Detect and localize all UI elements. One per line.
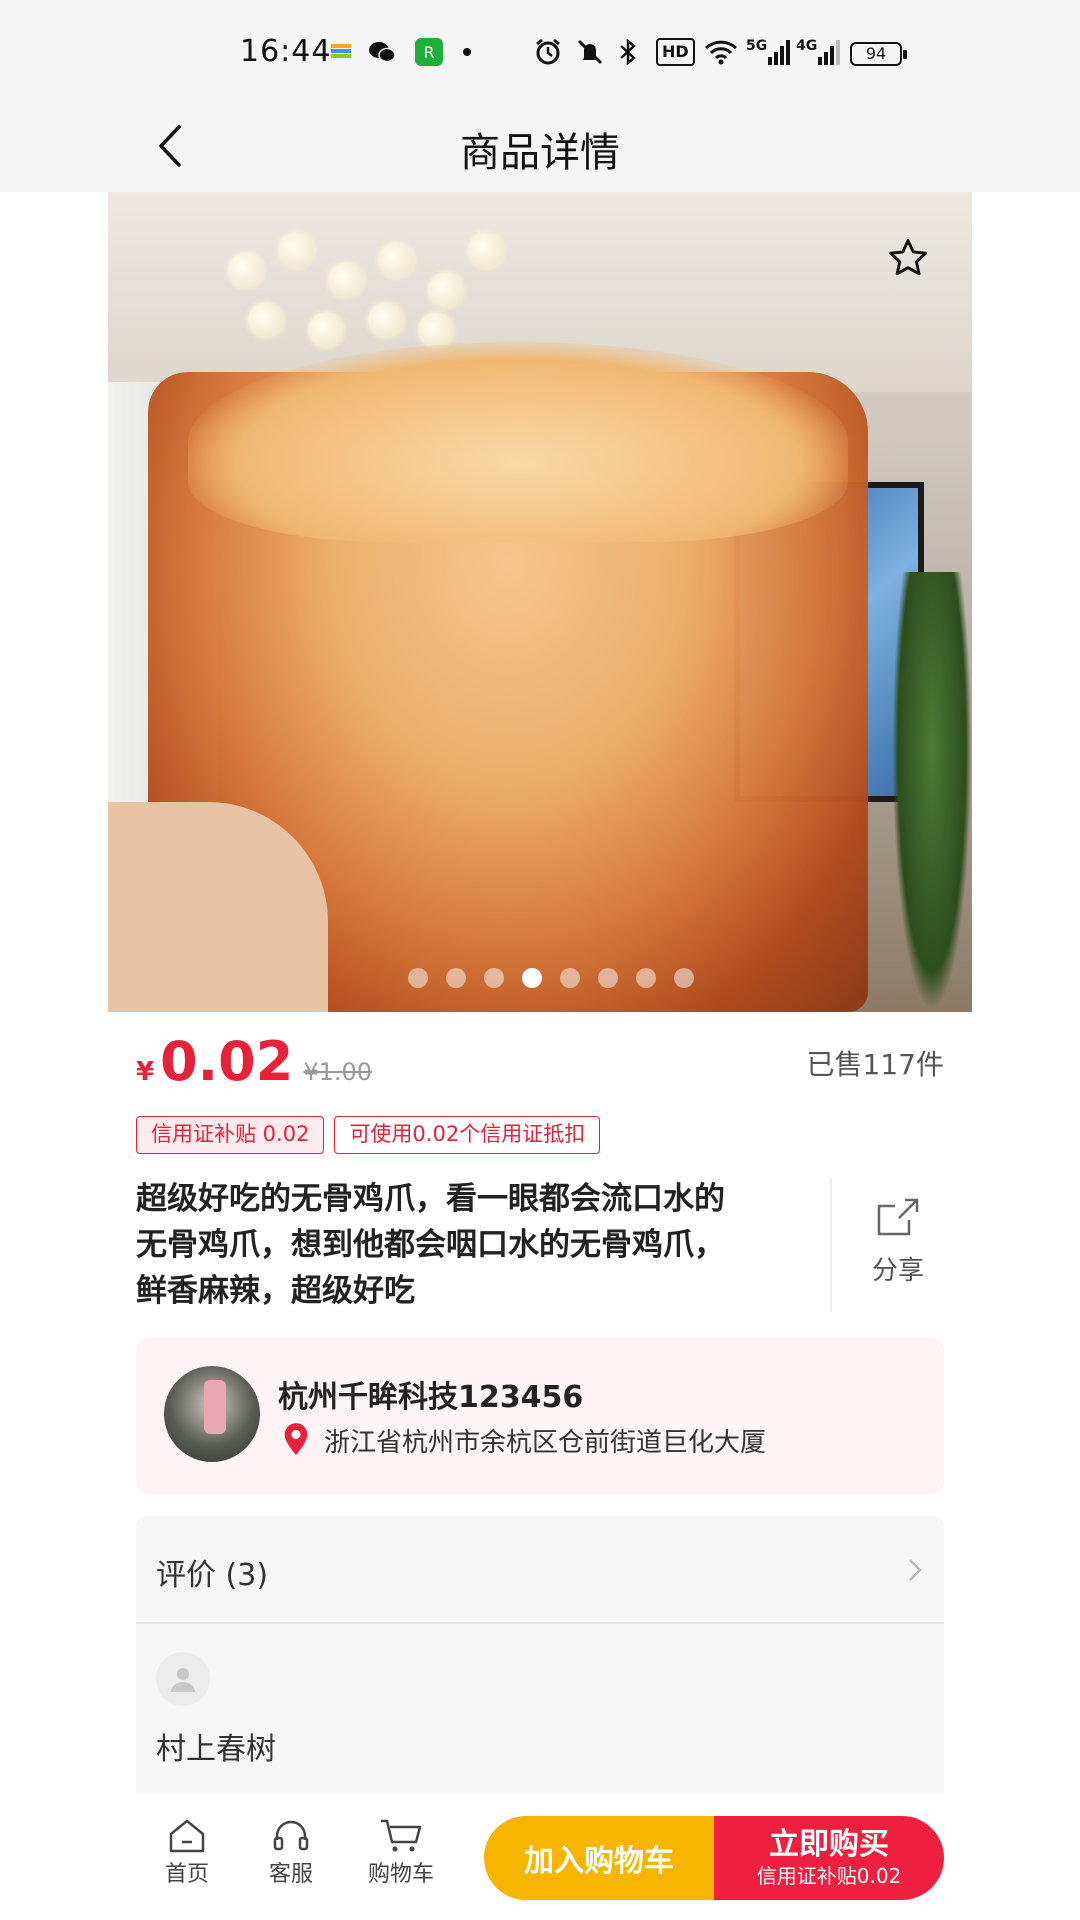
cart-icon <box>381 1819 422 1852</box>
signal-5g-icon: 5G <box>746 38 791 66</box>
favorite-button[interactable] <box>886 236 930 280</box>
user-placeholder-icon <box>171 1668 195 1692</box>
tab-home-label: 首页 <box>164 1862 209 1887</box>
bottom-action-bar: 首页 客服 购物车 加入购物车 立即购买 信用证补贴0.02 <box>0 1794 1080 1920</box>
photo-chandelier <box>208 212 508 352</box>
tab-home[interactable]: 首页 <box>142 1818 232 1888</box>
product-title-line: 无骨鸡爪，想到他都会咽口水的无骨鸡爪， <box>136 1227 725 1263</box>
status-time: 16:44 <box>240 34 332 69</box>
shop-avatar <box>164 1366 260 1462</box>
signal-5g-label: 5G <box>746 38 768 54</box>
page-title: 商品详情 <box>460 130 620 176</box>
app-notification-icon <box>330 38 352 66</box>
carousel-dot[interactable] <box>636 968 656 988</box>
status-bar: 16:44 R HD 5G 4G 94 <box>0 0 1080 100</box>
mute-icon <box>576 38 604 66</box>
carousel-dot[interactable] <box>598 968 618 988</box>
nav-bar: 商品详情 <box>0 100 1080 192</box>
star-outline-icon <box>889 239 928 276</box>
wifi-icon <box>704 38 738 66</box>
product-detail-page: 16:44 R HD 5G 4G 94 商品详情 ¥ 0.02 ¥1.00 已售… <box>0 0 1080 1920</box>
credit-deduction-tag: 可使用0.02个信用证抵扣 <box>334 1116 601 1154</box>
price-row: ¥ 0.02 ¥1.00 <box>136 1030 372 1100</box>
subsidy-tag: 信用证补贴 0.02 <box>136 1116 325 1154</box>
carousel-dot-active[interactable] <box>522 968 542 988</box>
bluetooth-icon <box>618 38 638 66</box>
promo-tags: 信用证补贴 0.02 可使用0.02个信用证抵扣 <box>136 1116 601 1154</box>
tab-customer-service-label: 客服 <box>268 1862 313 1887</box>
shop-card[interactable]: 杭州千眸科技123456 浙江省杭州市余杭区仓前街道巨化大厦 <box>136 1338 944 1494</box>
carousel-dot[interactable] <box>674 968 694 988</box>
signal-4g-icon: 4G <box>796 38 841 66</box>
signal-4g-label: 4G <box>796 38 818 54</box>
original-price: ¥1.00 <box>303 1058 373 1086</box>
hd-icon: HD <box>656 38 695 66</box>
carousel-dot[interactable] <box>484 968 504 988</box>
home-icon <box>169 1819 205 1853</box>
carousel-dot[interactable] <box>408 968 428 988</box>
wechat-icon <box>368 38 396 66</box>
product-image-carousel[interactable] <box>108 192 972 1012</box>
reviews-header[interactable]: 评价 (3) <box>156 1550 268 1594</box>
product-title: 超级好吃的无骨鸡爪，看一眼都会流口水的 无骨鸡爪，想到他都会咽口水的无骨鸡爪， … <box>136 1176 816 1314</box>
tab-cart[interactable]: 购物车 <box>356 1818 446 1888</box>
current-price: 0.02 <box>160 1030 294 1093</box>
headset-icon <box>273 1820 309 1851</box>
reviewer-name: 村上春树 <box>156 1732 276 1767</box>
shop-name: 杭州千眸科技123456 <box>278 1380 584 1415</box>
add-to-cart-button[interactable]: 加入购物车 <box>484 1816 714 1900</box>
dot-icon <box>462 38 472 66</box>
alarm-icon <box>534 38 562 66</box>
buy-now-subsidy: 信用证补贴0.02 <box>756 1864 902 1888</box>
svg-text:R: R <box>423 43 434 62</box>
carousel-dot[interactable] <box>446 968 466 988</box>
product-title-line: 鲜香麻辣，超级好吃 <box>136 1273 415 1309</box>
photo-chicken-feet <box>188 342 848 542</box>
chevron-right-icon[interactable] <box>908 1558 922 1589</box>
share-divider <box>830 1178 832 1312</box>
buy-now-label: 立即购买 <box>769 1827 889 1862</box>
reviews-divider <box>136 1622 944 1624</box>
sold-count: 已售117件 <box>806 1048 944 1081</box>
app-icon: R <box>414 38 444 66</box>
buy-now-button[interactable]: 立即购买 信用证补贴0.02 <box>714 1816 944 1900</box>
reviewer-avatar <box>156 1652 210 1706</box>
share-label: 分享 <box>871 1256 924 1286</box>
tab-customer-service[interactable]: 客服 <box>246 1818 336 1888</box>
photo-plant <box>892 572 972 1012</box>
battery-icon: 94 <box>850 42 907 66</box>
shop-address: 浙江省杭州市余杭区仓前街道巨化大厦 <box>324 1428 767 1458</box>
location-pin-icon <box>284 1423 308 1455</box>
product-title-line: 超级好吃的无骨鸡爪，看一眼都会流口水的 <box>136 1181 725 1217</box>
reviews-section: 评价 (3) 村上春树 <box>136 1516 944 1794</box>
currency-symbol: ¥ <box>136 1057 155 1087</box>
share-icon <box>877 1198 919 1236</box>
tab-cart-label: 购物车 <box>367 1862 434 1887</box>
share-button[interactable]: 分享 <box>858 1196 938 1287</box>
carousel-indicator <box>108 968 972 988</box>
carousel-dot[interactable] <box>560 968 580 988</box>
